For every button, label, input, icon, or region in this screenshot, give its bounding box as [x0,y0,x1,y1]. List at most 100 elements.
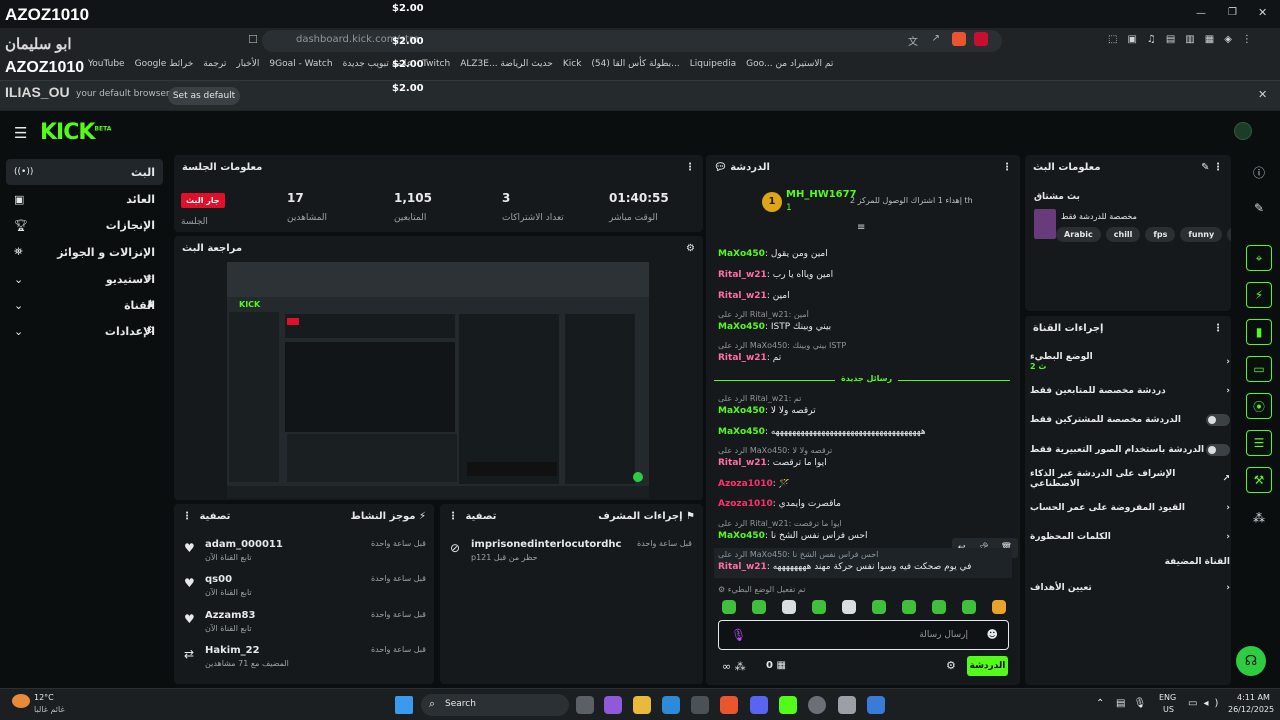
brave-rewards-icon[interactable] [974,32,988,46]
mod-tool-icon[interactable]: ⌖ [1246,245,1272,271]
bookmark-item[interactable]: Kick [563,59,582,69]
more-icon[interactable]: ⋮ تصفية [448,511,496,522]
emote-icon[interactable] [902,600,916,614]
broadcast-icon[interactable]: ⦿ [1246,393,1272,419]
send-chat-button[interactable]: الدردشة [967,656,1008,676]
shield-icon[interactable] [867,696,885,714]
bookmark-item[interactable]: Google خرائط [135,59,194,69]
task-view-icon[interactable] [576,696,594,714]
more-icon[interactable]: ⋮ [1213,323,1223,334]
bookmark-icon[interactable]: ☐ [248,33,258,46]
close-bar-icon[interactable]: ✕ [1258,88,1267,101]
collapse-icon[interactable]: ≡ [857,222,865,233]
tag[interactable]: funny [1180,227,1223,242]
sidebar-item-studio[interactable]: ⌄ الاستيديو [6,266,163,292]
taskbar-search[interactable]: ⌕ Search [421,694,569,716]
emote-icon[interactable] [872,600,886,614]
info-icon[interactable]: ⓘ [1246,159,1272,185]
bookmark-item[interactable]: Goo... تم الاستيراد من [746,59,833,69]
discord-icon[interactable] [750,696,768,714]
emote-icon[interactable] [992,600,1006,614]
set-default-button[interactable]: Set as default [168,87,240,105]
app-icon[interactable] [604,696,622,714]
stream-video[interactable]: KICK [227,262,649,498]
bookmark-item[interactable]: Twitch [422,59,450,69]
translate-icon[interactable]: 文 [908,33,918,48]
bookmark-item[interactable]: Liquipedia [690,59,736,69]
support-icon[interactable]: ☊ [1236,646,1266,676]
banned-words-setting[interactable]: الكلمات المحظورة › [1030,524,1230,550]
settings-icon[interactable]: ⚙ [686,243,695,254]
menu-icon[interactable]: ☰ [14,124,27,142]
bookmark-item[interactable]: (54) بطولة كأس القا... [591,59,679,69]
bookmark-item[interactable]: 9Goal - Watch [269,59,332,69]
shapes-icon[interactable]: ⁂ [1246,505,1272,531]
kick-logo[interactable]: KICKBETA [40,120,111,145]
chat-icon[interactable]: ▭ [1246,356,1272,382]
mic-icon[interactable]: 🎙︎ [731,628,746,642]
sidebar-item-channel[interactable]: ⌄ القناة [6,292,163,318]
subs-only-toggle[interactable] [1206,414,1230,426]
ai-moderation-setting[interactable]: الإشراف على الدردشة عبر الذكاء الاصطناعي… [1030,466,1230,492]
language[interactable]: ENG [1159,693,1176,702]
emotes-only-toggle[interactable] [1206,444,1230,456]
pen-icon[interactable]: ✎ [1246,195,1272,221]
set-goals-setting[interactable]: تعيين الأهداف › [1030,575,1230,601]
emote-icon[interactable] [842,600,856,614]
avatar[interactable] [1234,122,1252,140]
edit-icon[interactable]: ✎ ⋮ [1201,162,1223,173]
extension-icons[interactable]: ⬚▣♫▤▥▦◈⋮ [1108,34,1262,45]
maximize-button[interactable]: ❐ [1228,7,1237,18]
emote-icon[interactable] [932,600,946,614]
share-icon[interactable]: ↗ [932,33,940,44]
chat-input[interactable]: 🎙︎ إرسال رسالة ☻ [718,620,1009,650]
sidebar-item-drops[interactable]: ⛯ الإنزالات و الجوائز [6,239,163,265]
settings-icon[interactable]: ∞ ⁂ [722,660,746,673]
system-tray-icons[interactable]: ▭◂) [1188,698,1224,709]
emote-icon[interactable] [782,600,796,614]
brave-icon[interactable] [720,696,738,714]
gear-icon[interactable]: ⚙ [946,659,956,672]
followers-only-setting[interactable]: دردشة مخصصة للمتابعين فقط › [1030,378,1230,404]
minimize-button[interactable]: — [1196,8,1206,19]
brave-shield-icon[interactable] [952,32,966,46]
more-icon[interactable]: ⋮ [685,162,695,173]
obs-icon[interactable] [808,696,826,714]
emote-icon[interactable] [962,600,976,614]
sidebar-item-revenue[interactable]: ▣ العائد [6,186,163,212]
clip-icon[interactable]: ▮ [1246,319,1272,345]
emote-icon[interactable] [812,600,826,614]
tray-icons[interactable]: ▤🎙︎ [1116,698,1154,709]
lightning-icon[interactable]: ⚡︎ [1246,282,1272,308]
bookmark-item[interactable]: الأخبار [236,59,259,69]
emoji-icon[interactable]: ☻ [987,628,998,641]
kick-app-icon[interactable] [779,696,797,714]
bookmark-item[interactable]: ALZ3E... حديث الرياضة [460,59,553,69]
sidebar-item-settings[interactable]: ⌄ الإعدادات [6,318,163,344]
account-age-setting[interactable]: القيود المفروضة على عمر الحساب › [1030,495,1230,521]
emotes-only-setting[interactable]: الدردشة باستخدام الصور التعبيرية فقط [1030,437,1230,463]
wrench-icon[interactable]: ⚒ [1246,467,1272,493]
windows-start-icon[interactable] [395,696,413,714]
slow-mode-setting[interactable]: الوضع البطيء 2 ث › [1030,349,1230,375]
file-explorer-icon[interactable] [633,696,651,714]
bookmark-item[interactable]: ترجمة [203,59,226,69]
tray-chevron-icon[interactable]: ⌃ [1096,698,1104,709]
bookmark-item[interactable]: YouTube [88,59,125,69]
tag[interactable]: Arabic [1056,227,1101,242]
emote-icon[interactable] [752,600,766,614]
tag[interactable]: gam [1227,227,1231,242]
more-icon[interactable]: ⋮ [1002,162,1012,173]
clock-time[interactable]: 4:11 AM [1237,693,1270,702]
layers-icon[interactable]: ☰ [1246,430,1272,456]
app-icon[interactable] [838,696,856,714]
sidebar-item-broadcast[interactable]: ((•)) البث [6,159,163,185]
close-window-button[interactable]: ✕ [1258,6,1267,19]
emote-icon[interactable] [722,600,736,614]
sidebar-item-achievements[interactable]: 🏆︎ الإنجازات [6,212,163,238]
tag[interactable]: chill [1105,227,1141,242]
store-icon[interactable] [691,696,709,714]
more-icon[interactable]: ⋮ تصفية [182,511,230,522]
tag[interactable]: fps [1145,227,1176,242]
subs-only-setting[interactable]: الدردشة مخصصة للمشتركين فقط [1030,407,1230,433]
